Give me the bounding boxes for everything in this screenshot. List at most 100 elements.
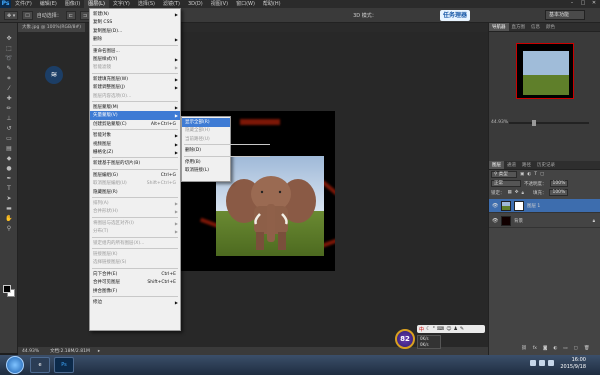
path-select-icon[interactable]: ➤ (2, 194, 16, 203)
move-tool-icon[interactable]: ✥ (2, 34, 16, 43)
layer-name[interactable]: 背景 (514, 218, 523, 224)
delete-layer-icon[interactable]: 🗑︎ (584, 346, 590, 351)
shirt-icon[interactable]: ♟ (453, 326, 457, 332)
history-brush-icon[interactable]: ↺ (2, 124, 16, 133)
wifi-icon[interactable]: ≋ (45, 66, 63, 84)
blend-mode-select[interactable]: 正常 (491, 180, 521, 187)
menubar-item[interactable]: 图像(I) (61, 0, 84, 8)
menu-item[interactable]: 创建剪贴蒙版(C) Alt+Ctrl+G (90, 120, 180, 129)
menu-item[interactable]: 拼合图像(F) (90, 287, 180, 296)
eraser-tool-icon[interactable]: ▭ (2, 134, 16, 143)
tools-icon[interactable]: ✎ (460, 326, 464, 332)
layer-mask-thumbnail[interactable] (514, 200, 524, 211)
auto-select-checkbox[interactable]: ☐ (22, 10, 33, 20)
menu-item[interactable]: 隐藏图层(R) (90, 188, 180, 197)
navigator-zoom-slider[interactable] (509, 120, 589, 126)
tab-navigator[interactable]: 导航器 (489, 23, 509, 31)
minimize-button[interactable]: – (568, 0, 576, 7)
menubar-item[interactable]: 视图(V) (207, 0, 232, 8)
tab-paths[interactable]: 路径 (519, 161, 534, 169)
link-layers-icon[interactable]: ⛓ (521, 346, 527, 351)
move-tool-preset[interactable]: ✥ ▾ (4, 10, 19, 20)
punctuation-icon[interactable]: ° (433, 326, 436, 332)
menubar-item[interactable]: 选择(S) (134, 0, 159, 8)
layer-name[interactable]: 图层 1 (527, 203, 540, 209)
tray-network-icon[interactable] (530, 360, 536, 366)
menu-item[interactable]: 取消链接(L) (182, 166, 230, 175)
visibility-eye-icon[interactable]: 👁︎ (492, 203, 498, 209)
layer-row-background[interactable]: 👁︎ 背景 🔒︎ (489, 214, 600, 228)
filter-type-icon[interactable]: T (534, 172, 537, 177)
navigator-preview[interactable] (516, 43, 574, 99)
fill-input[interactable]: 100% (549, 189, 569, 196)
brush-tool-icon[interactable]: ✏ (2, 104, 16, 113)
task-manager-badge[interactable]: 任务理器 (440, 10, 471, 21)
hand-tool-icon[interactable]: ✋ (2, 214, 16, 223)
visibility-eye-icon[interactable]: 👁︎ (492, 218, 498, 224)
zoom-tool-icon[interactable]: ⚲ (2, 224, 16, 233)
filter-shape-icon[interactable]: ▢ (540, 172, 544, 177)
crop-tool-icon[interactable]: ⌗ (2, 74, 16, 83)
tray-volume-icon[interactable] (539, 360, 545, 366)
quick-select-tool-icon[interactable]: ✎ (2, 64, 16, 73)
menubar-item[interactable]: 文件(F) (11, 0, 36, 8)
taskbar-ie-icon[interactable]: e (30, 357, 50, 373)
filter-pixel-icon[interactable]: ▣ (520, 172, 524, 177)
align-left-icon[interactable]: ⊏ (65, 10, 76, 20)
layer-filter-select[interactable]: ⚲ 类型 (491, 171, 517, 178)
tab-color[interactable]: 颜色 (543, 23, 558, 31)
fx-icon[interactable]: fx (533, 346, 537, 351)
clock[interactable]: 16:00 2015/9/18 (560, 357, 586, 371)
navigator-zoom[interactable]: 44.93% (491, 120, 508, 125)
user-icon[interactable]: ☺ (446, 326, 451, 332)
taskbar-photoshop[interactable]: Ps (54, 357, 74, 373)
tab-channels[interactable]: 通道 (504, 161, 519, 169)
start-button[interactable] (6, 356, 24, 374)
eyedropper-tool-icon[interactable]: ⁄ (2, 84, 16, 93)
menubar-item[interactable]: 3D(D) (184, 0, 207, 8)
type-tool-icon[interactable]: T (2, 184, 16, 193)
document-tab[interactable]: 大象.jpg @ 100%(RGB/8#) (18, 23, 85, 32)
tab-info[interactable]: 信息 (528, 23, 543, 31)
lock-all-icon[interactable]: 🔒︎ (522, 190, 524, 196)
menu-item[interactable]: 删除 ▶ (90, 35, 180, 44)
tab-history[interactable]: 历史记录 (534, 161, 558, 169)
moon-icon[interactable]: ☾ (426, 326, 430, 332)
blur-tool-icon[interactable]: ◆ (2, 154, 16, 163)
maximize-button[interactable]: □ (579, 0, 587, 7)
new-group-icon[interactable]: ▭ (563, 346, 567, 351)
menubar-item[interactable]: 滤镜(T) (159, 0, 184, 8)
opacity-input[interactable]: 100% (549, 180, 569, 187)
menubar-item[interactable]: 图层(L) (84, 0, 109, 8)
ime-badge[interactable]: 中 (419, 326, 424, 333)
lasso-tool-icon[interactable]: ➰ (2, 54, 16, 63)
zoom-level[interactable]: 44.93% (20, 349, 42, 354)
adjustment-icon[interactable]: ◐ (553, 346, 557, 351)
menu-item[interactable]: 新建基于图层的切片(B) (90, 159, 180, 168)
tray-flag-icon[interactable] (548, 360, 554, 366)
marquee-tool-icon[interactable]: ⬚ (2, 44, 16, 53)
menubar-item[interactable]: 编辑(E) (36, 0, 61, 8)
navigator-slider-handle[interactable] (531, 120, 536, 126)
filter-adjust-icon[interactable]: ◐ (527, 172, 531, 177)
shape-tool-icon[interactable]: ▬ (2, 204, 16, 213)
keyboard-icon[interactable]: ⌨ (437, 326, 444, 332)
add-mask-icon[interactable]: ◙ (543, 346, 547, 351)
menubar-item[interactable]: 文字(Y) (109, 0, 134, 8)
tab-histogram[interactable]: 直方图 (509, 23, 529, 31)
score-ball[interactable]: 82 (395, 329, 415, 349)
foreground-color-swatch[interactable] (3, 285, 11, 293)
healing-brush-icon[interactable]: ✚ (2, 94, 16, 103)
dodge-tool-icon[interactable]: ● (2, 164, 16, 173)
layer-row-1[interactable]: 👁︎ 图层 1 (489, 199, 600, 213)
menubar-item[interactable]: 帮助(H) (259, 0, 285, 8)
gradient-tool-icon[interactable]: ▤ (2, 144, 16, 153)
lock-move-icon[interactable]: ✥ (515, 190, 519, 195)
menubar-item[interactable]: 窗口(W) (232, 0, 259, 8)
menu-item[interactable]: 修边 ▶ (90, 298, 180, 307)
lock-pixels-icon[interactable]: ▦ (508, 190, 512, 195)
close-button[interactable]: ✕ (590, 0, 598, 7)
menu-item[interactable]: 栅格化(Z) ▶ (90, 148, 180, 157)
tab-layers[interactable]: 图层 (489, 161, 504, 169)
status-arrow-icon[interactable]: ▸ (98, 349, 100, 354)
